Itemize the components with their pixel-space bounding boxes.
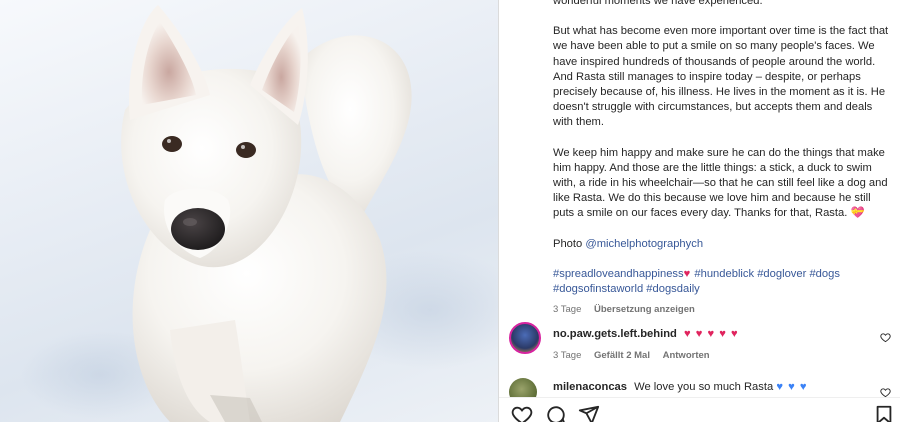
comment-like-heart-icon[interactable] — [880, 332, 891, 343]
caption-line-top: wonderful moments we have experienced. — [553, 0, 763, 7]
translate-button[interactable]: Übersetzung anzeigen — [594, 304, 695, 315]
hashtag-spreadloveandhappiness[interactable]: #spreadloveandhappiness — [553, 268, 684, 280]
comment-username[interactable]: no.paw.gets.left.behind — [553, 328, 677, 340]
comment-meta: 3 Tage Gefällt 2 Mal Antworten — [553, 348, 883, 363]
post-photo[interactable] — [0, 0, 498, 422]
gift-heart-emoji: 💝 — [850, 207, 865, 220]
comment-likes[interactable]: Gefällt 2 Mal — [594, 350, 650, 361]
post-side-panel: wonderful moments we have experienced. B… — [499, 0, 900, 422]
comment-icon[interactable] — [545, 404, 567, 422]
share-icon[interactable] — [578, 404, 600, 422]
photo-label: Photo — [553, 237, 583, 250]
hashtags-rest[interactable]: #hundeblick #doglover #dogs — [694, 268, 840, 280]
comment-body: milenaconcas We love you so much Rasta ♥… — [553, 380, 883, 395]
hashtags-line-2[interactable]: #dogsofinstaworld #dogsdaily — [553, 282, 893, 297]
post-action-bar — [499, 397, 900, 422]
caption-paragraph-2-text: We keep him happy and make sure he can d… — [553, 146, 888, 220]
caption-paragraph-1: But what has become even more important … — [553, 25, 889, 129]
avatar[interactable] — [509, 322, 541, 354]
hashtags-line-1: #spreadloveandhappiness♥ #hundeblick #do… — [553, 267, 893, 282]
comment-time: 3 Tage — [553, 350, 582, 361]
comment-text: ♥ ♥ ♥ ♥ ♥ — [684, 328, 739, 340]
comment-text: We love you so much Rasta — [634, 381, 774, 393]
white-dog-image — [121, 5, 412, 422]
reply-button[interactable]: Antworten — [663, 350, 710, 361]
bookmark-icon[interactable] — [873, 404, 895, 422]
post-caption: wonderful moments we have experienced. B… — [553, 0, 893, 317]
photo-credit-link[interactable]: @michelphotographych — [585, 238, 703, 250]
caption-photo-credit-line: Photo @michelphotographych — [553, 237, 893, 252]
caption-meta: 3 Tage Übersetzung anzeigen — [553, 302, 893, 317]
red-heart-emoji: ♥ — [683, 267, 692, 280]
comment-username[interactable]: milenaconcas — [553, 381, 627, 393]
blue-heart-emojis: ♥ ♥ ♥ — [776, 381, 808, 393]
caption-time: 3 Tage — [553, 303, 582, 315]
heart-icon[interactable] — [511, 404, 533, 422]
comment-body: no.paw.gets.left.behind ♥ ♥ ♥ ♥ ♥ 3 Tage… — [553, 327, 883, 363]
caption-paragraph-2: We keep him happy and make sure he can d… — [553, 146, 893, 222]
